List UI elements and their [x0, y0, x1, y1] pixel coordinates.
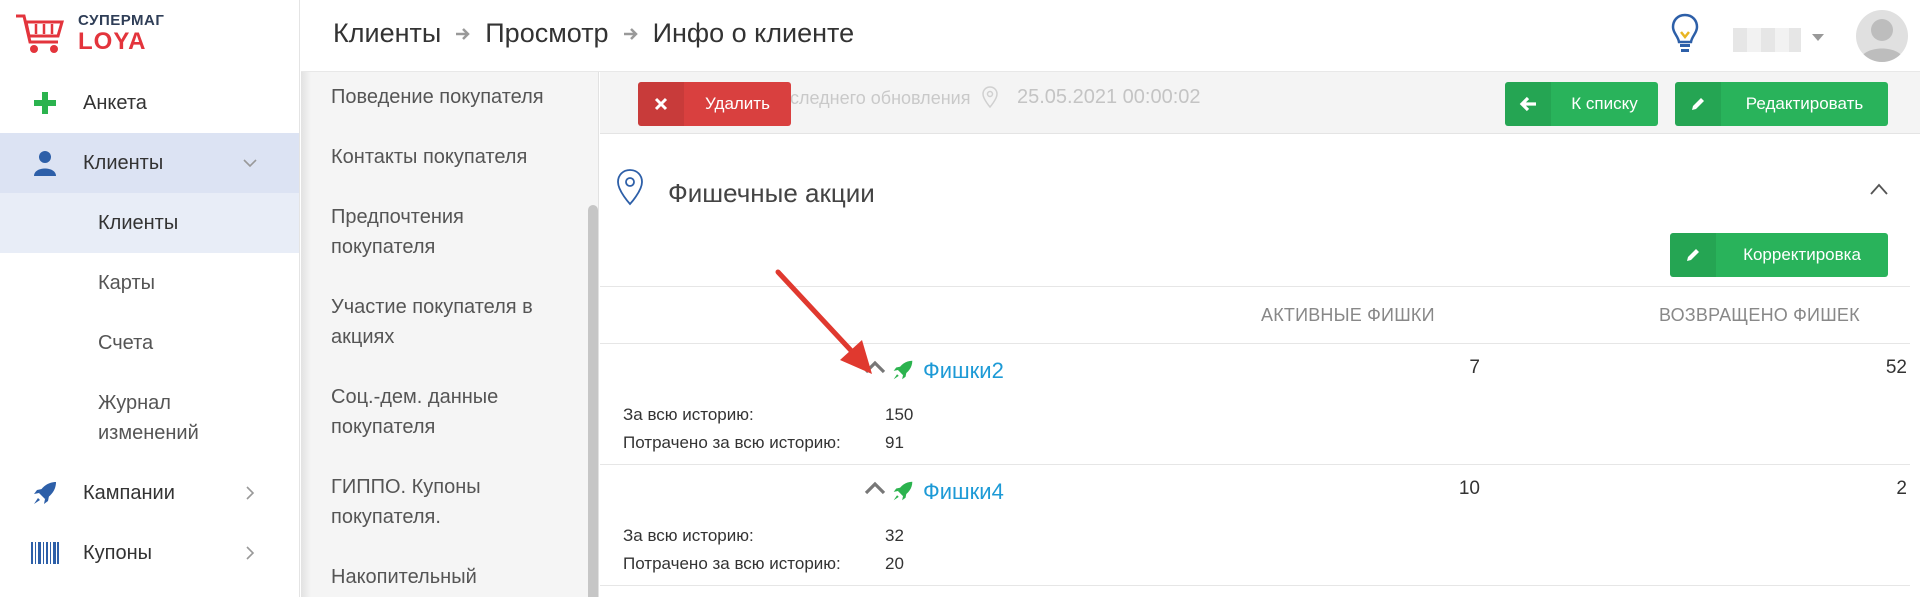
submenu-item-accumulative[interactable]: Накопительный — [331, 562, 581, 592]
logo-line2: LOYA — [78, 27, 147, 55]
client-info-submenu: Поведение покупателя Контакты покупателя… — [301, 72, 599, 597]
arrow-left-icon — [1505, 82, 1551, 126]
sidebar-item-label: Кампании — [83, 481, 175, 504]
main-nav: Анкета Клиенты Клиенты Карты Счета Журна… — [0, 73, 299, 583]
user-name-blurred[interactable] — [1733, 28, 1801, 52]
sidebar-item-label: Анкета — [83, 91, 147, 114]
sidebar-item-clients[interactable]: Клиенты — [0, 133, 299, 193]
avatar[interactable] — [1856, 10, 1908, 62]
rocket-icon — [893, 481, 913, 501]
cart-logo-icon — [16, 14, 64, 53]
submenu-scrollbar[interactable] — [588, 205, 598, 597]
pencil-icon — [1675, 82, 1721, 126]
sidebar-subitem-change-log[interactable]: Журнал изменений — [0, 373, 299, 463]
submenu-item-socdem[interactable]: Соц.-дем. данные покупателя — [331, 382, 541, 442]
rocket-icon — [893, 360, 913, 380]
sidebar-item-label: Клиенты — [83, 151, 164, 174]
arrow-right-icon — [623, 27, 638, 40]
logo-line1: СУПЕРМАГ — [78, 11, 165, 29]
breadcrumb-item-client-info: Инфо о клиенте — [652, 18, 855, 48]
top-bar: Клиенты Просмотр Инфо о клиенте — [301, 0, 1920, 72]
location-pin-icon — [617, 169, 643, 206]
section-title: Фишечные акции — [668, 178, 875, 208]
last-update-label: оследнего обновления — [780, 88, 971, 108]
sidebar: СУПЕРМАГ LOYA Анкета Клиенты Клиенты Кар… — [0, 0, 300, 597]
spent-value: 20 — [885, 554, 904, 573]
sidebar-subitem-clients[interactable]: Клиенты — [0, 193, 299, 253]
returned-chips-value: 2 — [1896, 478, 1907, 499]
delete-button[interactable]: Удалить — [638, 82, 791, 126]
history-value: 150 — [885, 405, 914, 424]
annotation-arrow-icon — [775, 269, 872, 374]
chevron-up-icon[interactable] — [1869, 182, 1889, 196]
column-header-returned-chips: ВОЗВРАЩЕНО ФИШЕК — [1659, 305, 1860, 325]
rocket-icon — [30, 478, 60, 508]
history-label: За всю историю: — [623, 526, 754, 545]
chip-promo-link[interactable]: Фишки2 — [923, 358, 1004, 384]
chevron-right-icon — [246, 486, 255, 500]
location-pin-icon — [982, 86, 998, 108]
action-bar: оследнего обновления 25.05.2021 00:00:02… — [600, 72, 1920, 134]
submenu-item-promo-participation[interactable]: Участие покупателя в акциях — [331, 292, 571, 352]
sidebar-subitem-cards[interactable]: Карты — [0, 253, 299, 313]
active-chips-value: 10 — [1458, 478, 1480, 499]
plus-icon — [30, 88, 60, 118]
edit-button-label: Редактировать — [1745, 94, 1864, 113]
delete-button-label: Удалить — [705, 94, 770, 113]
submenu-item-contacts[interactable]: Контакты покупателя — [331, 142, 581, 172]
back-to-list-label: К списку — [1571, 94, 1638, 113]
sidebar-item-questionnaire[interactable]: Анкета — [0, 73, 299, 133]
spent-label: Потрачено за всю историю: — [623, 554, 841, 573]
barcode-icon — [30, 538, 60, 568]
user-silhouette-icon — [1860, 19, 1904, 62]
returned-chips-value: 52 — [1885, 357, 1907, 378]
spent-label: Потрачено за всю историю: — [623, 433, 841, 452]
chevron-up-icon[interactable] — [864, 481, 886, 495]
correction-button[interactable]: Корректировка — [1670, 233, 1888, 277]
chevron-down-icon — [243, 159, 257, 168]
sidebar-subitem-accounts[interactable]: Счета — [0, 313, 299, 373]
sidebar-item-coupons[interactable]: Купоны — [0, 523, 299, 583]
correction-button-label: Корректировка — [1743, 245, 1861, 264]
submenu-shadow — [301, 72, 311, 597]
close-icon — [638, 82, 684, 126]
logo[interactable]: СУПЕРМАГ LOYA — [14, 8, 294, 58]
sidebar-item-campaigns[interactable]: Кампании — [0, 463, 299, 523]
submenu-item-behavior[interactable]: Поведение покупателя — [331, 82, 581, 112]
pencil-icon — [1670, 233, 1716, 277]
spent-value: 91 — [885, 433, 904, 452]
sidebar-subitem-label: Журнал изменений — [98, 392, 199, 444]
submenu-item-preferences[interactable]: Предпочтения покупателя — [331, 202, 521, 262]
back-to-list-button[interactable]: К списку — [1505, 82, 1658, 126]
user-icon — [30, 148, 60, 178]
breadcrumb-item-clients[interactable]: Клиенты — [333, 18, 441, 49]
caret-down-icon[interactable] — [1811, 33, 1825, 43]
breadcrumb: Клиенты Просмотр Инфо о клиенте — [333, 18, 854, 49]
submenu-item-gippo-coupons[interactable]: ГИППО. Купоны покупателя. — [331, 472, 531, 532]
sidebar-item-label: Купоны — [83, 541, 153, 564]
last-update-date: 25.05.2021 00:00:02 — [1017, 86, 1201, 108]
edit-button[interactable]: Редактировать — [1675, 82, 1888, 126]
lightbulb-icon[interactable] — [1670, 12, 1700, 56]
breadcrumb-item-view[interactable]: Просмотр — [485, 18, 608, 49]
chevron-right-icon — [246, 546, 255, 560]
history-label: За всю историю: — [623, 405, 754, 424]
chip-promo-link[interactable]: Фишки4 — [923, 479, 1004, 505]
arrow-right-icon — [456, 27, 471, 40]
column-header-active-chips: АКТИВНЫЕ ФИШКИ — [1261, 305, 1435, 325]
active-chips-value: 7 — [1469, 357, 1480, 378]
table-row: Фишки4 10 2 За всю историю: 32 Потрачено… — [600, 465, 1910, 586]
history-value: 32 — [885, 526, 904, 545]
